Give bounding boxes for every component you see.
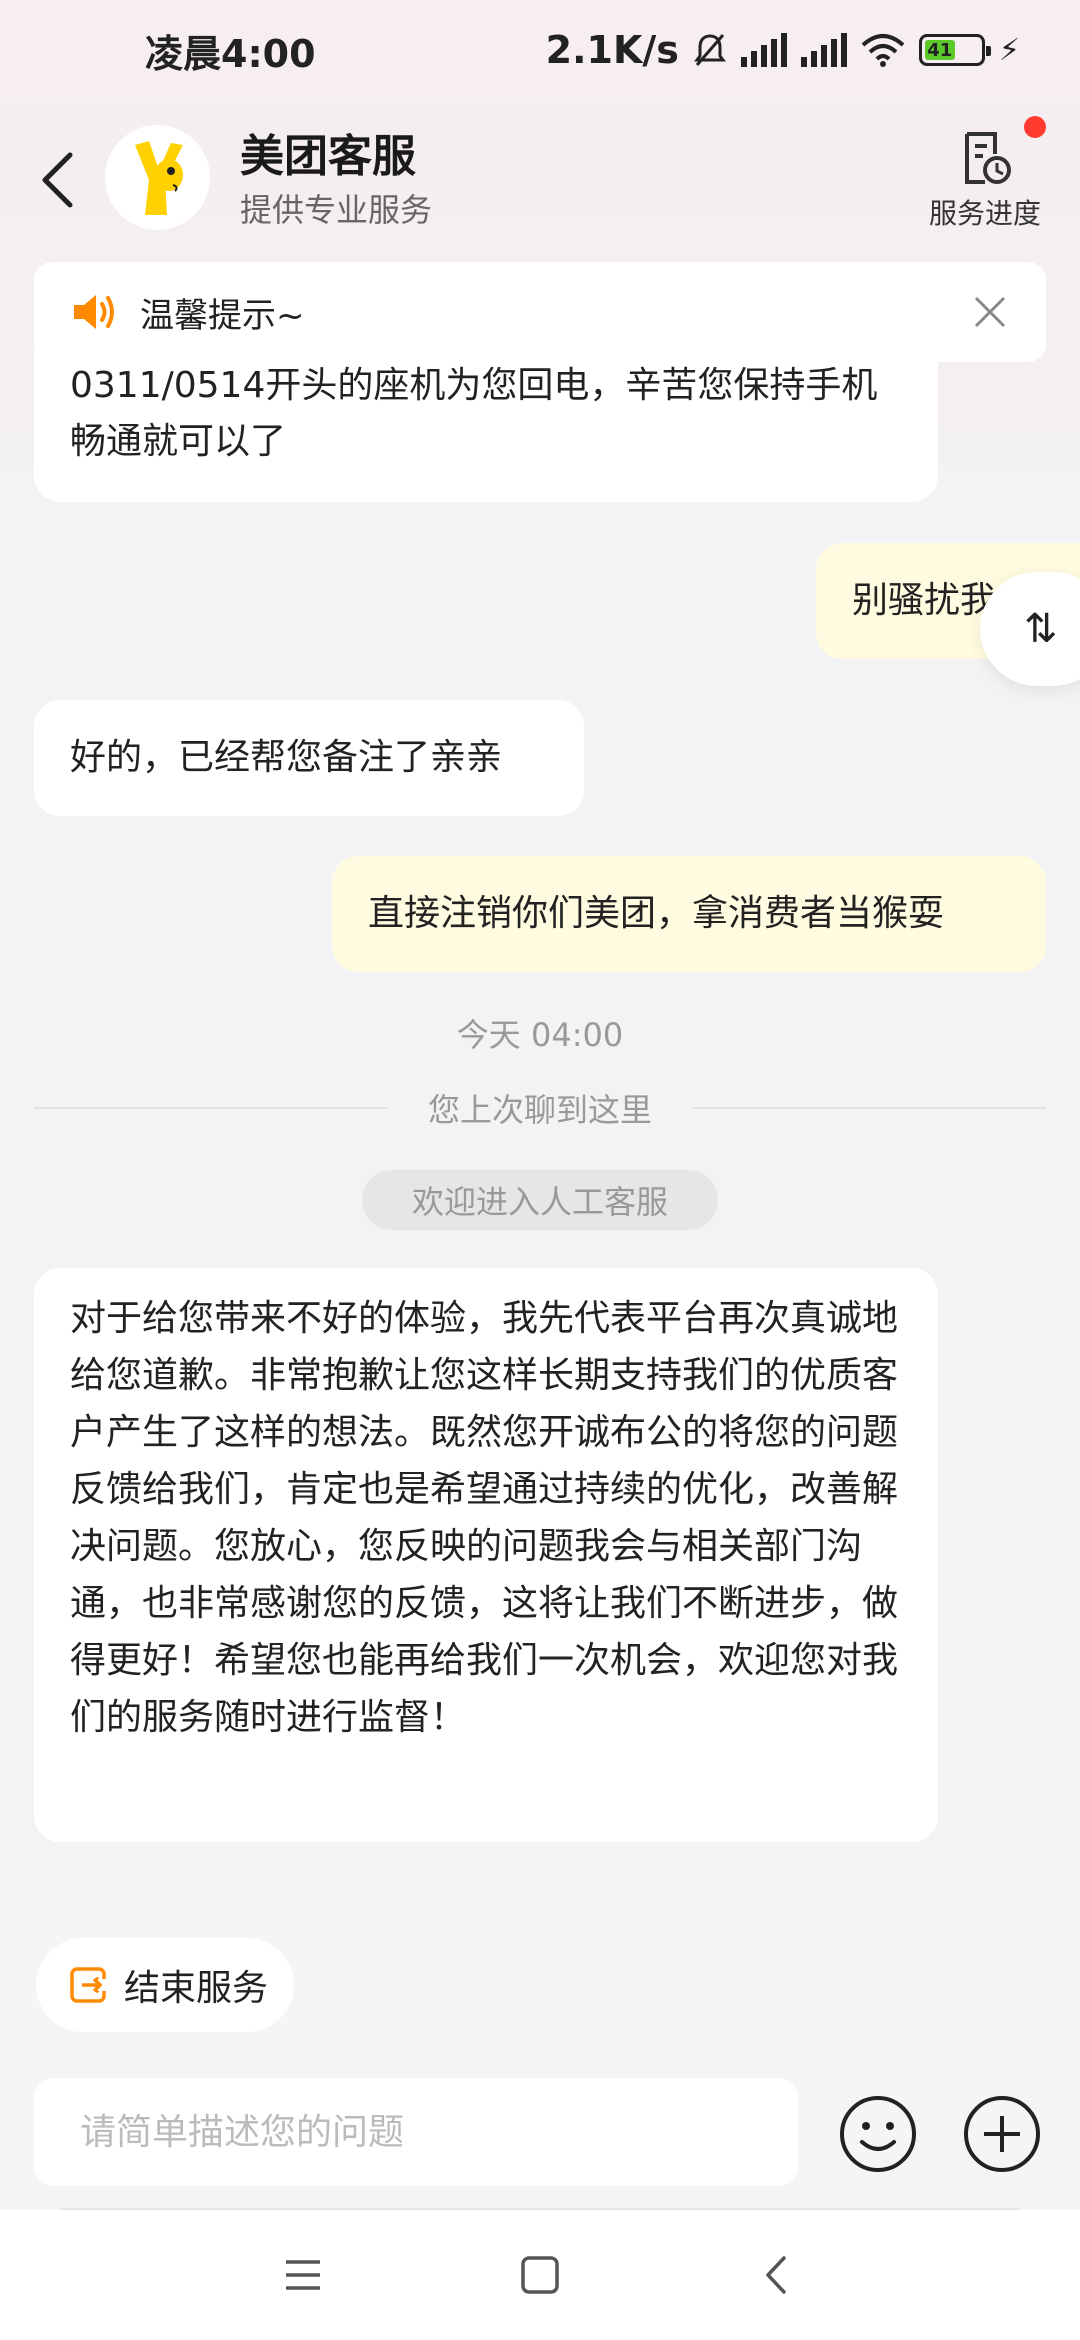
service-progress-label: 服务进度 xyxy=(928,197,1041,230)
notification-dot xyxy=(1024,116,1046,138)
status-bar: 凌晨4:00 2.1K/s 41 ⚡ xyxy=(0,0,1080,100)
user-message: 直接注销你们美团，拿消费者当猴耍 xyxy=(332,856,1046,972)
status-icons: 2.1K/s 41 ⚡ xyxy=(546,28,1020,72)
chat-header: 美团客服 提供专业服务 服务进度 xyxy=(0,110,1080,250)
network-speed: 2.1K/s xyxy=(545,28,679,72)
status-time: 凌晨4:00 xyxy=(145,31,316,76)
back-nav-icon[interactable] xyxy=(752,2250,802,2300)
page-subtitle: 提供专业服务 xyxy=(240,191,433,229)
document-clock-icon xyxy=(965,132,1011,184)
plus-icon[interactable] xyxy=(962,2094,1042,2174)
close-icon[interactable] xyxy=(970,292,1010,332)
notice-text: 温馨提示~ xyxy=(140,295,305,336)
notice-bar[interactable]: 温馨提示~ xyxy=(34,262,1046,362)
message-timestamp: 今天 04:00 xyxy=(456,1016,624,1054)
end-service-button[interactable]: 结束服务 xyxy=(36,1938,294,2032)
system-nav-bar xyxy=(0,2210,1080,2340)
service-progress-button[interactable]: 服务进度 xyxy=(920,116,1050,238)
agent-message: 好的，已经帮您备注了亲亲 xyxy=(34,700,584,816)
end-service-label: 结束服务 xyxy=(124,1968,269,2009)
battery-icon: 41 xyxy=(918,34,991,66)
divider-line xyxy=(34,1107,388,1109)
mascot-icon xyxy=(105,125,209,229)
speaker-icon xyxy=(74,295,114,329)
page-title: 美团客服 xyxy=(240,131,416,182)
back-icon[interactable] xyxy=(30,145,90,215)
home-icon[interactable] xyxy=(515,2250,565,2300)
emoji-icon[interactable] xyxy=(838,2094,918,2174)
charging-icon: ⚡ xyxy=(998,32,1020,68)
avatar[interactable] xyxy=(105,125,210,230)
divider-line xyxy=(692,1107,1047,1109)
agent-message: 对于给您带来不好的体验，我先代表平台再次真诚地给您道歉。非常抱歉让您这样长期支持… xyxy=(34,1268,938,1842)
message-input-box[interactable] xyxy=(34,2078,798,2186)
exit-icon xyxy=(70,1967,108,2003)
agent-message: 0311/0514开头的座机为您回电，辛苦您保持手机畅通就可以了 xyxy=(34,350,938,502)
mute-bell-icon xyxy=(693,34,726,66)
hd-signal-icon xyxy=(800,33,847,67)
message-input[interactable] xyxy=(80,2111,752,2153)
scroll-toggle-button[interactable]: ⇅ xyxy=(980,572,1080,686)
menu-icon[interactable] xyxy=(278,2250,328,2300)
last-read-divider: 您上次聊到这里 xyxy=(34,1088,1047,1129)
hd-signal-icon xyxy=(740,33,787,67)
battery-level: 41 xyxy=(924,40,955,61)
wifi-icon xyxy=(861,34,905,67)
system-notice: 欢迎进入人工客服 xyxy=(362,1170,718,1230)
last-read-text: 您上次聊到这里 xyxy=(428,1091,653,1129)
